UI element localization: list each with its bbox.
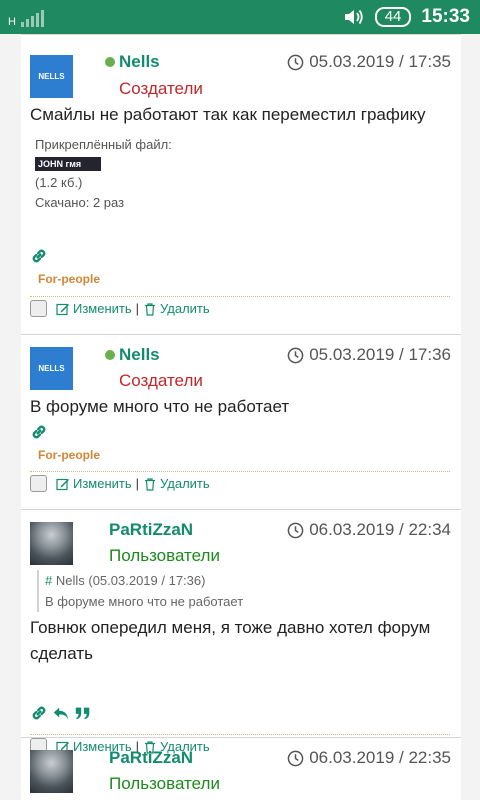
post-quote: # Nells (05.03.2019 / 17:36) В форуме мн… (37, 570, 461, 612)
link-icon[interactable] (30, 247, 48, 265)
edit-button[interactable]: Изменить (56, 476, 132, 491)
post-message-line: сделать (30, 644, 93, 663)
post-date-text: 06.03.2019 / 22:35 (309, 748, 451, 767)
avatar[interactable]: NELLS (30, 55, 73, 98)
forum-post: PaRtiZzaN Пользователи 06.03.2019 / 22:3… (21, 738, 461, 800)
signal-bar (25, 19, 29, 27)
attachment-label: Прикреплённый файл: (35, 137, 172, 152)
author-name[interactable]: PaRtiZzaN (109, 520, 193, 540)
link-icon[interactable] (30, 423, 48, 441)
post-date: 05.03.2019 / 17:36 (287, 345, 451, 365)
action-separator: | (135, 301, 140, 316)
volume-icon (344, 9, 363, 25)
clock-icon (287, 522, 304, 538)
post-message: Говнюк опередил меня, я тоже давно хотел… (30, 615, 455, 667)
delete-label: Удалить (160, 476, 210, 491)
post-message-line: Говнюк опередил меня, я тоже давно хотел… (30, 618, 431, 637)
status-clock: 15:33 (421, 6, 470, 27)
edit-label: Изменить (73, 476, 132, 491)
post-icons (30, 423, 48, 441)
action-separator: | (135, 476, 140, 491)
clock-icon (287, 54, 304, 70)
online-indicator (105, 350, 115, 360)
edit-label: Изменить (73, 301, 132, 316)
post-icons (30, 704, 92, 722)
post-date: 05.03.2019 / 17:35 (287, 52, 451, 72)
divider (30, 471, 450, 472)
author-role: Создатели (119, 79, 203, 98)
signal-bar (40, 10, 44, 27)
avatar[interactable] (30, 750, 73, 793)
signal-bar (20, 22, 24, 27)
author-name[interactable]: PaRtiZzaN (109, 748, 193, 768)
post-date-text: 05.03.2019 / 17:36 (309, 345, 451, 364)
post-date: 06.03.2019 / 22:35 (287, 748, 451, 768)
avatar[interactable]: NELLS (30, 347, 73, 390)
link-icon[interactable] (30, 704, 48, 722)
signal-indicator: H (8, 7, 44, 28)
signal-bar (35, 13, 39, 27)
author-role: Пользователи (109, 546, 220, 565)
status-bar: H 44 15:33 (0, 0, 480, 34)
author-role: Пользователи (109, 774, 220, 793)
delete-button[interactable]: Удалить (143, 301, 210, 316)
reply-icon[interactable] (52, 704, 70, 722)
network-type: H (8, 16, 16, 28)
signal-bar (30, 16, 34, 27)
author-name[interactable]: Nells (119, 52, 160, 72)
select-checkbox[interactable] (30, 300, 47, 317)
attachment-thumbnail[interactable]: JOHN гмя (35, 157, 101, 171)
author-role: Создатели (119, 371, 203, 390)
trash-icon (145, 477, 156, 491)
forum-thread: NELLS Nells Создатели 05.03.2019 / 17:35… (21, 34, 461, 800)
attachment-size: (1.2 кб.) (35, 175, 83, 190)
online-indicator (105, 57, 115, 67)
post-message: В форуме много что не работает (30, 397, 290, 416)
post-date-text: 06.03.2019 / 22:34 (309, 520, 451, 539)
select-checkbox[interactable] (30, 475, 47, 492)
trash-icon (145, 302, 156, 316)
post-date-text: 05.03.2019 / 17:35 (309, 52, 451, 71)
forum-post: NELLS Nells Создатели 05.03.2019 / 17:36… (21, 334, 461, 510)
clock-icon (287, 750, 304, 766)
edit-button[interactable]: Изменить (56, 301, 132, 316)
user-signature[interactable]: For-people (38, 448, 100, 462)
quote-icon[interactable] (74, 704, 92, 722)
avatar[interactable] (30, 522, 73, 565)
quote-text: В форуме много что не работает (45, 594, 244, 609)
divider (30, 296, 450, 297)
edit-icon (56, 303, 69, 315)
divider (30, 734, 450, 735)
edit-icon (56, 478, 69, 490)
attachment-block: Прикреплённый файл: JOHN гмя (1.2 кб.) С… (35, 135, 172, 213)
forum-post: NELLS Nells Создатели 05.03.2019 / 17:35… (21, 34, 461, 335)
forum-post: PaRtiZzaN Пользователи 06.03.2019 / 22:3… (21, 510, 461, 755)
quote-header: # Nells (05.03.2019 / 17:36) (45, 570, 461, 591)
battery-indicator: 44 (374, 7, 412, 27)
quote-author: Nells (05.03.2019 / 17:36) (55, 573, 206, 588)
quote-hash[interactable]: # (45, 573, 52, 588)
author-name[interactable]: Nells (119, 345, 160, 365)
user-signature[interactable]: For-people (38, 272, 100, 286)
post-date: 06.03.2019 / 22:34 (287, 520, 451, 540)
post-actions: Изменить | Удалить (30, 475, 210, 492)
clock-icon (287, 347, 304, 363)
post-icons (30, 247, 48, 265)
post-message: Смайлы не работают так как переместил гр… (30, 105, 426, 124)
attachment-downloads: Скачано: 2 раз (35, 195, 125, 210)
post-actions: Изменить | Удалить (30, 300, 210, 317)
delete-label: Удалить (160, 301, 210, 316)
delete-button[interactable]: Удалить (143, 476, 210, 491)
